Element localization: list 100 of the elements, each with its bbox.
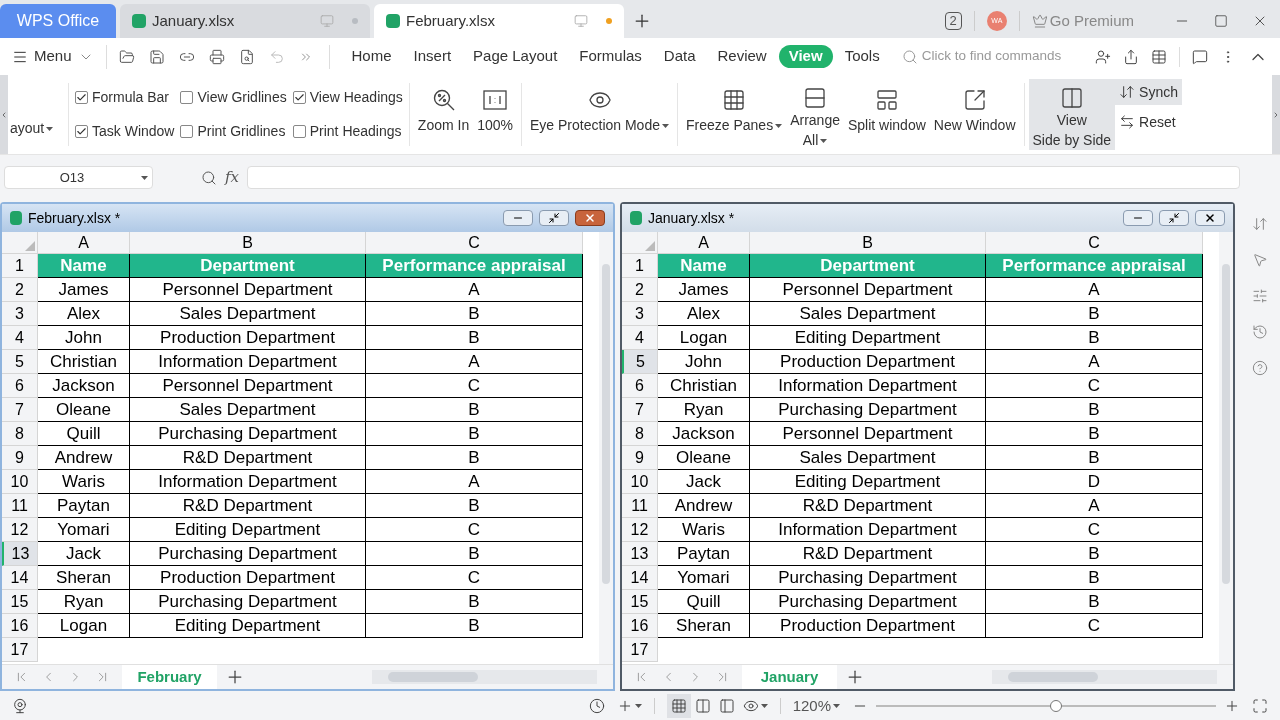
table-cell: James bbox=[658, 278, 750, 302]
row-header[interactable]: 15 bbox=[622, 590, 658, 614]
ribbon-tab[interactable]: Formulas bbox=[569, 45, 652, 68]
tab-title: February.xlsx bbox=[406, 10, 496, 31]
ribbon-button[interactable]: Arrange All bbox=[786, 79, 844, 150]
ribbon-button[interactable]: View Side by Side bbox=[1028, 79, 1116, 150]
ribbon-small-button[interactable]: Reset bbox=[1115, 109, 1183, 135]
row-header[interactable]: 11 bbox=[2, 494, 38, 518]
row-header[interactable]: 3 bbox=[2, 302, 38, 326]
row-header[interactable]: 17 bbox=[2, 638, 38, 662]
row-header[interactable]: 12 bbox=[622, 518, 658, 542]
row-header[interactable]: 1 bbox=[2, 254, 38, 278]
row-header[interactable]: 9 bbox=[2, 446, 38, 470]
menu-button[interactable]: Menu bbox=[0, 45, 102, 68]
table-cell: B bbox=[986, 590, 1203, 614]
checkbox-option[interactable]: Print Gridlines bbox=[180, 116, 287, 146]
ribbon-tab[interactable]: Insert bbox=[403, 45, 462, 68]
table-cell: C bbox=[986, 374, 1203, 398]
window-title: February.xlsx * bbox=[28, 208, 122, 228]
checkbox-option[interactable]: View Headings bbox=[292, 83, 403, 113]
row-header[interactable]: 2 bbox=[2, 278, 38, 302]
checkbox-option[interactable]: View Gridlines bbox=[180, 83, 287, 113]
column-header[interactable]: B bbox=[750, 232, 986, 253]
column-header[interactable]: A bbox=[658, 232, 750, 253]
document-tab[interactable]: January.xlsx bbox=[120, 4, 370, 38]
ribbon-button[interactable]: Split window bbox=[843, 79, 930, 150]
command-search-field[interactable]: Click to find commands bbox=[901, 46, 1072, 67]
zoom-level-dropdown[interactable]: 120% bbox=[792, 694, 840, 718]
ribbon-tab[interactable]: Page Layout bbox=[463, 45, 568, 68]
row-header[interactable]: 16 bbox=[2, 614, 38, 638]
table-header-cell: Department bbox=[130, 254, 366, 278]
ribbon-button[interactable]: Freeze Panes bbox=[682, 79, 787, 150]
row-header[interactable]: 10 bbox=[622, 470, 658, 494]
checkbox-label: Print Headings bbox=[309, 121, 402, 141]
row-header[interactable]: 14 bbox=[622, 566, 658, 590]
row-header[interactable]: 3 bbox=[622, 302, 658, 326]
column-header[interactable]: C bbox=[366, 232, 583, 253]
column-header[interactable]: A bbox=[38, 232, 130, 253]
row-header[interactable]: 10 bbox=[2, 470, 38, 494]
column-header[interactable]: B bbox=[130, 232, 366, 253]
table-cell: Jackson bbox=[38, 374, 130, 398]
row-header[interactable]: 13 bbox=[2, 542, 38, 566]
window-count-button[interactable]: 2 bbox=[944, 12, 962, 30]
table-cell: C bbox=[366, 374, 583, 398]
ribbon-tab[interactable]: Review bbox=[707, 45, 777, 68]
row-header[interactable]: 12 bbox=[2, 518, 38, 542]
checkbox-option[interactable]: Formula Bar bbox=[75, 83, 175, 113]
ribbon-button[interactable]: Eye Protection Mode bbox=[526, 79, 673, 150]
table-cell: R&D Department bbox=[130, 446, 366, 470]
row-header[interactable]: 7 bbox=[622, 398, 658, 422]
row-header[interactable]: 6 bbox=[2, 374, 38, 398]
table-cell: A bbox=[366, 278, 583, 302]
ribbon-tab[interactable]: Home bbox=[341, 45, 402, 68]
table-cell: C bbox=[986, 518, 1203, 542]
row-header[interactable]: 8 bbox=[622, 422, 658, 446]
table-cell: Jack bbox=[658, 470, 750, 494]
row-header[interactable]: 11 bbox=[622, 494, 658, 518]
checkbox-option[interactable]: Print Headings bbox=[292, 116, 403, 146]
row-header[interactable]: 13 bbox=[622, 542, 658, 566]
table-cell: Christian bbox=[658, 374, 750, 398]
row-header[interactable]: 7 bbox=[2, 398, 38, 422]
table-cell: Andrew bbox=[658, 494, 750, 518]
row-header[interactable]: 17 bbox=[622, 638, 658, 662]
row-header[interactable]: 8 bbox=[2, 422, 38, 446]
row-header[interactable]: 5 bbox=[2, 350, 38, 374]
row-header[interactable]: 15 bbox=[2, 590, 38, 614]
ribbon-button[interactable]: New Window bbox=[929, 79, 1020, 150]
table-cell: R&D Department bbox=[130, 494, 366, 518]
table-cell: Yomari bbox=[658, 566, 750, 590]
column-header[interactable]: C bbox=[986, 232, 1203, 253]
table-cell: Information Department bbox=[130, 470, 366, 494]
ribbon-button[interactable]: Zoom In bbox=[413, 79, 474, 150]
ribbon-button[interactable]: 100% bbox=[473, 79, 517, 150]
table-cell: B bbox=[366, 302, 583, 326]
table-cell: B bbox=[986, 422, 1203, 446]
layout-button[interactable]: ayout bbox=[10, 118, 68, 139]
table-cell: R&D Department bbox=[750, 542, 986, 566]
table-cell: C bbox=[366, 566, 583, 590]
row-header[interactable]: 4 bbox=[622, 326, 658, 350]
table-cell: Sales Department bbox=[750, 302, 986, 326]
document-tab[interactable]: February.xlsx bbox=[374, 4, 624, 38]
row-header[interactable]: 14 bbox=[2, 566, 38, 590]
checkbox-option[interactable]: Task Window bbox=[75, 116, 175, 146]
table-cell: Ryan bbox=[38, 590, 130, 614]
ribbon-small-button[interactable]: Synch bbox=[1115, 79, 1183, 105]
row-header[interactable]: 9 bbox=[622, 446, 658, 470]
ribbon-tab[interactable]: Data bbox=[653, 45, 706, 68]
table-cell: B bbox=[366, 590, 583, 614]
function-label[interactable]: fx bbox=[225, 166, 239, 189]
table-cell: Information Department bbox=[750, 518, 986, 542]
row-header[interactable]: 4 bbox=[2, 326, 38, 350]
table-cell: Alex bbox=[38, 302, 130, 326]
ribbon-tab[interactable]: Tools bbox=[834, 45, 890, 68]
name-box[interactable]: O13 bbox=[4, 166, 153, 189]
row-header[interactable]: 16 bbox=[622, 614, 658, 638]
table-cell: B bbox=[986, 326, 1203, 350]
row-header[interactable]: 5 bbox=[622, 350, 658, 374]
row-header[interactable]: 6 bbox=[622, 374, 658, 398]
row-header[interactable]: 1 bbox=[622, 254, 658, 278]
row-header[interactable]: 2 bbox=[622, 278, 658, 302]
